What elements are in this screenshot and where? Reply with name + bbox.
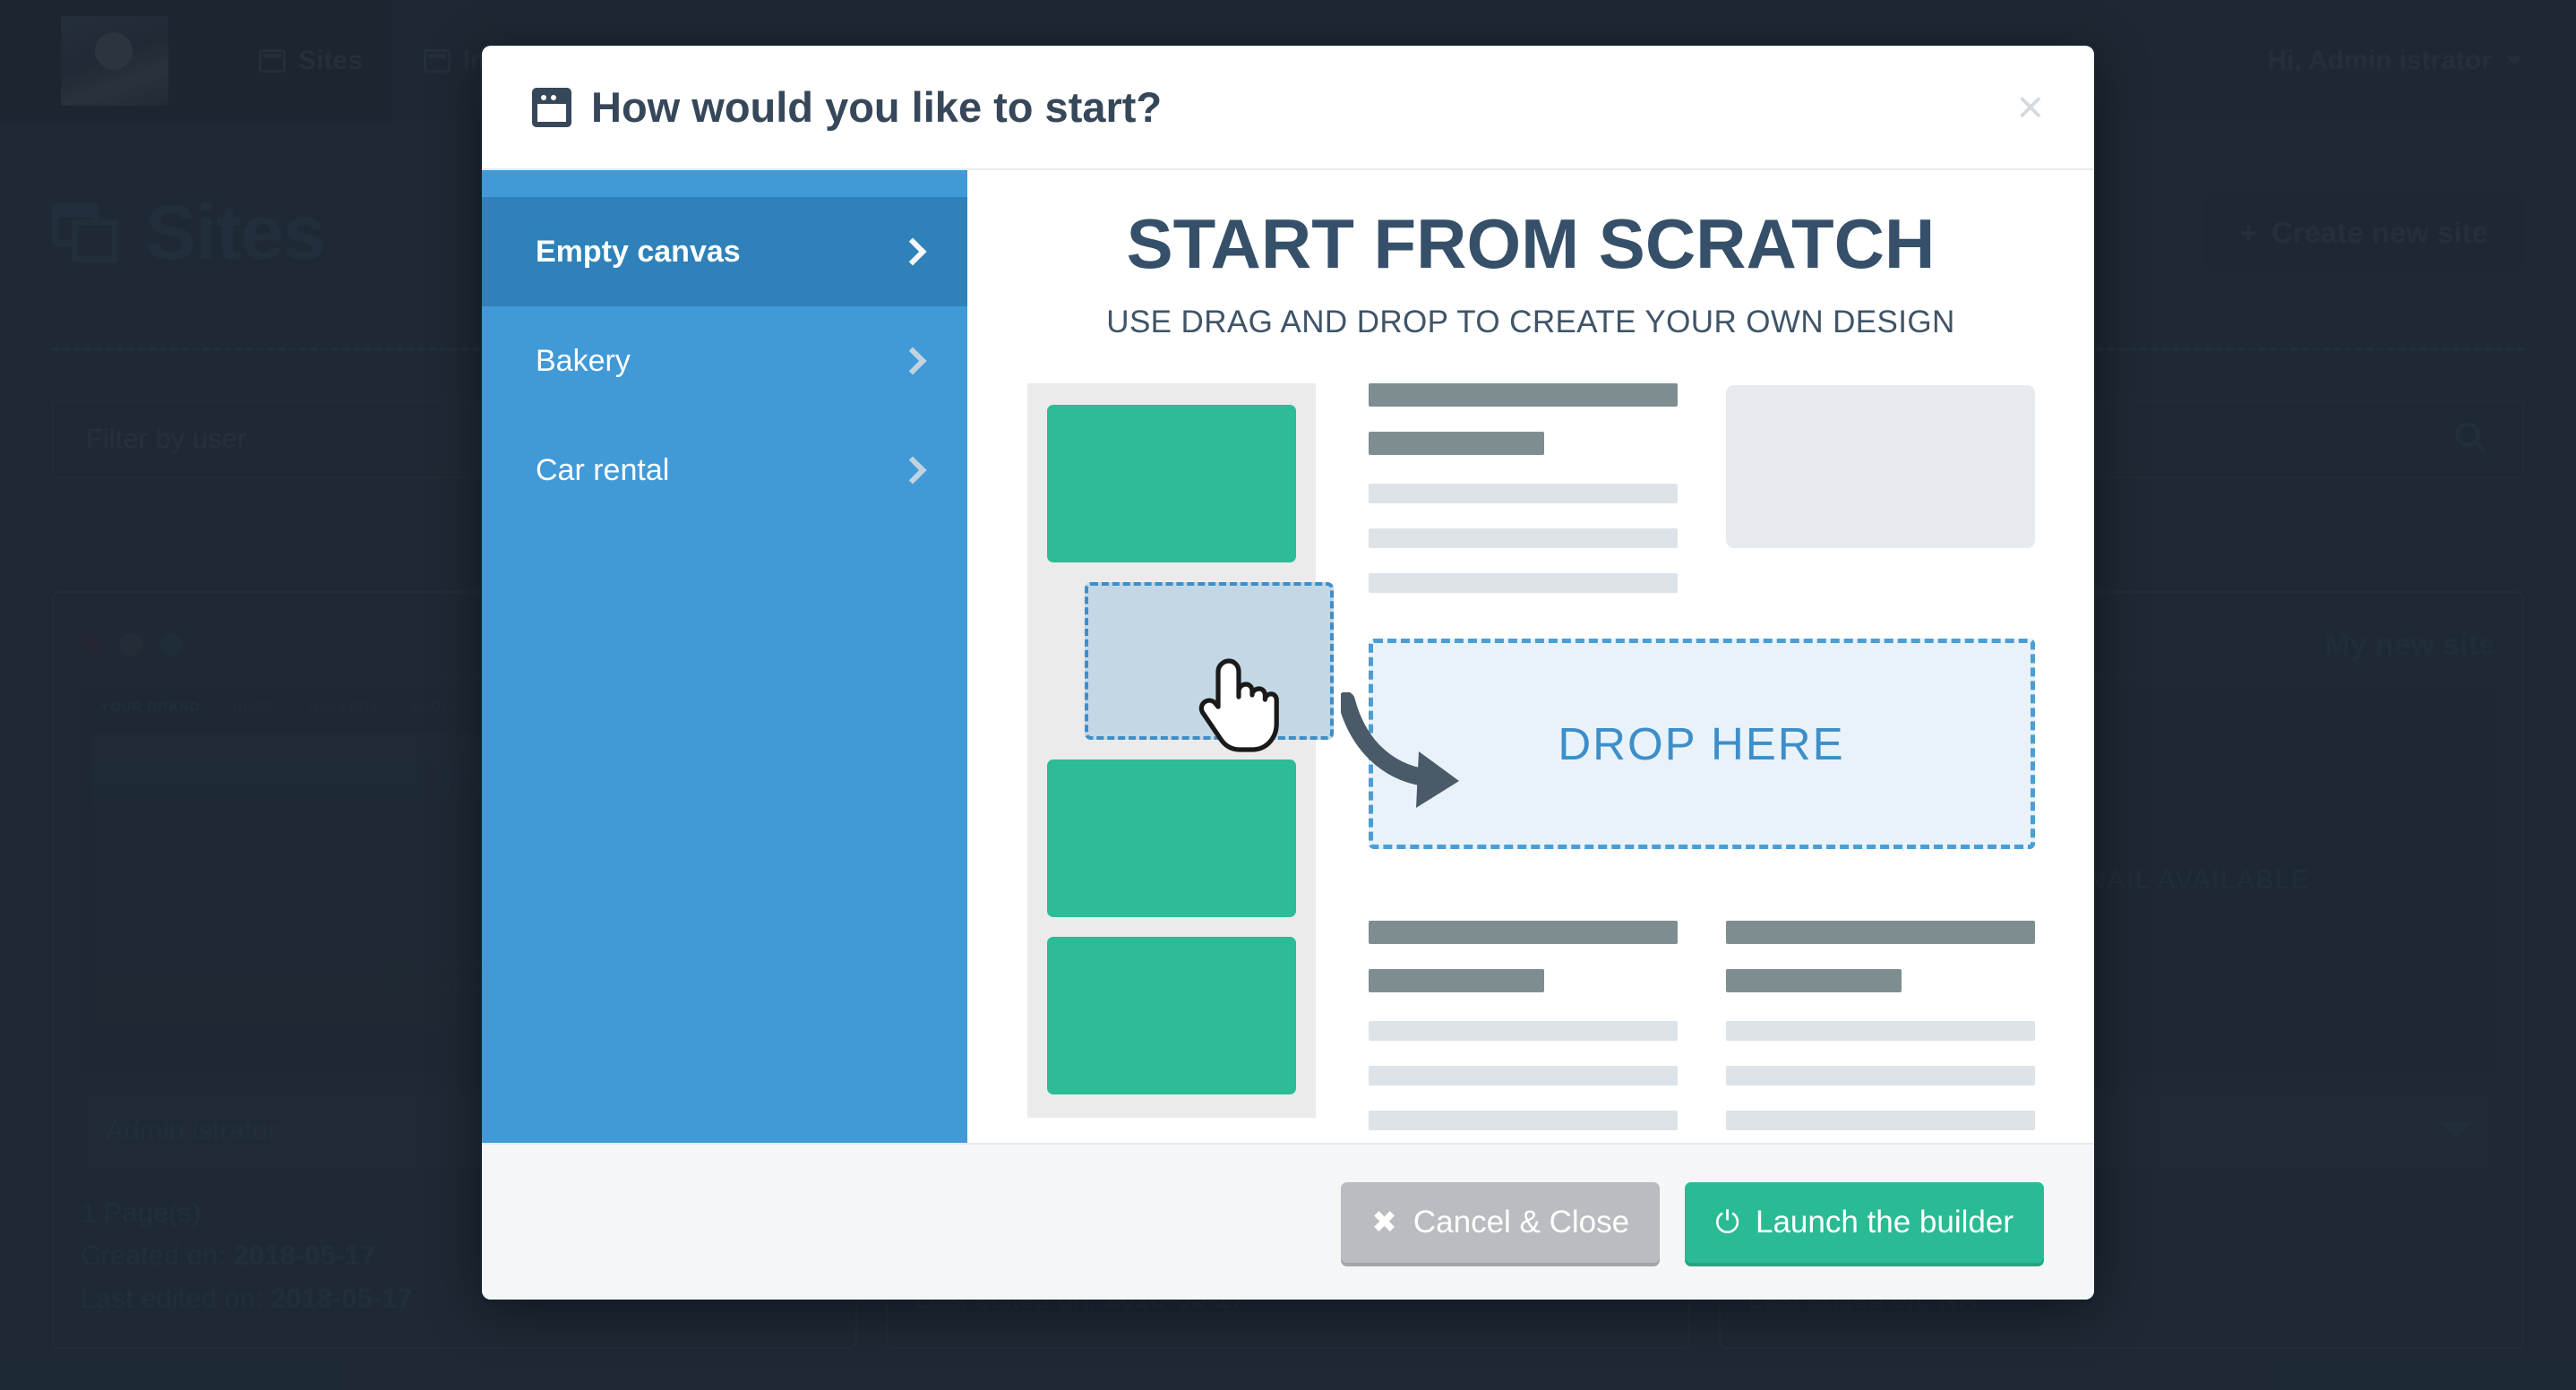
drag-drop-illustration: DROP HERE xyxy=(1026,382,2035,1130)
mock-body-bar xyxy=(1368,1020,1678,1041)
mock-subheading-bar xyxy=(1725,968,1902,992)
chevron-right-icon xyxy=(898,347,927,375)
modal-body: Empty canvas Bakery Car rental START FRO… xyxy=(482,170,2094,1143)
mock-subheading-bar xyxy=(1368,968,1545,992)
palette-block-green[interactable] xyxy=(1046,404,1296,562)
drop-here-label: DROP HERE xyxy=(1558,717,1845,769)
close-icon[interactable]: × xyxy=(2017,84,2044,131)
chevron-right-icon xyxy=(898,456,927,485)
mock-text-block xyxy=(1368,382,1678,593)
modal-header: How would you like to start? × xyxy=(482,46,2094,170)
mock-heading-bar xyxy=(1368,382,1678,407)
power-icon: ⏻ xyxy=(1715,1205,1739,1240)
mock-body-bar xyxy=(1368,572,1678,593)
curved-arrow-icon xyxy=(1336,691,1475,831)
sidebar-item-car-rental[interactable]: Car rental xyxy=(482,416,967,525)
modal-footer: ✖ Cancel & Close ⏻ Launch the builder xyxy=(482,1143,2094,1300)
mock-body-bar xyxy=(1368,483,1678,503)
mock-text-block xyxy=(1368,920,1678,1130)
chevron-right-icon xyxy=(898,237,927,266)
mock-body-bar xyxy=(1725,1020,2035,1041)
mock-body-bar xyxy=(1725,1110,2035,1130)
close-x-icon: ✖ xyxy=(1371,1205,1397,1240)
main-heading: START FROM SCRATCH xyxy=(1126,204,1936,283)
mock-subheading-bar xyxy=(1368,431,1545,455)
launch-builder-label: Launch the builder xyxy=(1756,1204,2014,1240)
sidebar-item-label: Bakery xyxy=(536,343,631,378)
palette-block-green[interactable] xyxy=(1046,759,1296,917)
sidebar-item-empty-canvas[interactable]: Empty canvas xyxy=(482,197,967,306)
mock-text-block xyxy=(1725,920,2035,1130)
mock-body-bar xyxy=(1368,1110,1678,1130)
launch-builder-button[interactable]: ⏻ Launch the builder xyxy=(1685,1181,2044,1263)
browser-window-icon xyxy=(532,87,571,127)
cancel-close-button[interactable]: ✖ Cancel & Close xyxy=(1341,1181,1661,1263)
sidebar-item-bakery[interactable]: Bakery xyxy=(482,306,967,416)
mock-body-bar xyxy=(1725,1065,2035,1085)
sidebar-item-label: Car rental xyxy=(536,452,670,487)
mock-heading-bar xyxy=(1725,920,2035,944)
main-subheading: USE DRAG AND DROP TO CREATE YOUR OWN DES… xyxy=(1106,304,1955,339)
mock-body-bar xyxy=(1368,528,1678,548)
modal-title: How would you like to start? xyxy=(591,83,1163,131)
mock-image-panel xyxy=(1725,384,2035,548)
modal-main-panel: START FROM SCRATCH USE DRAG AND DROP TO … xyxy=(967,170,2094,1143)
cancel-close-label: Cancel & Close xyxy=(1413,1204,1630,1240)
hand-cursor-icon xyxy=(1193,643,1279,758)
mock-heading-bar xyxy=(1368,920,1678,944)
palette-block-green[interactable] xyxy=(1046,936,1296,1094)
template-sidebar: Empty canvas Bakery Car rental xyxy=(482,170,967,1143)
mock-body-bar xyxy=(1368,1065,1678,1085)
start-modal: How would you like to start? × Empty can… xyxy=(482,46,2094,1300)
sidebar-item-label: Empty canvas xyxy=(536,234,741,269)
